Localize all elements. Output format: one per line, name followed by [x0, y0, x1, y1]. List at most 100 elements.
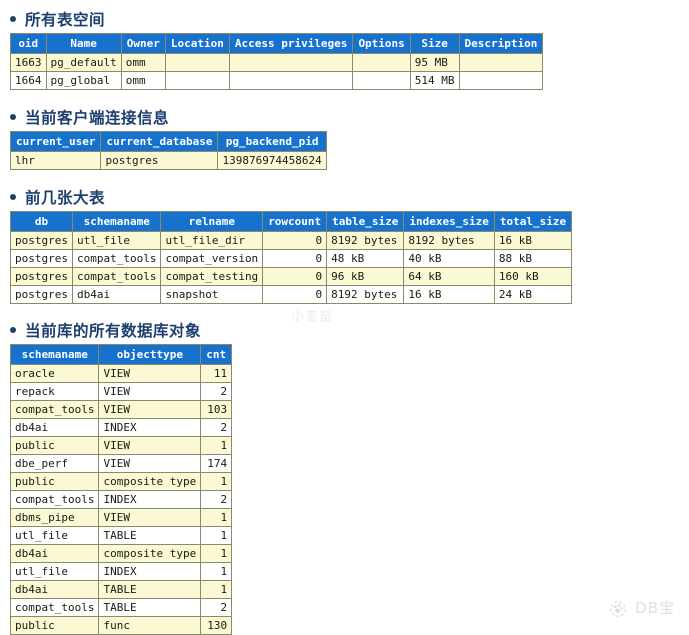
table-cell: compat_tools	[9, 598, 100, 617]
table-row: oracle VIEW 11	[9, 364, 233, 383]
table-body: lhr postgres 139876974458624	[9, 151, 327, 170]
section-title-text: 所有表空间	[25, 12, 106, 29]
table-cell: compat_testing	[160, 267, 264, 286]
table-row: 1663 pg_default omm 95 MB	[10, 53, 544, 72]
table-cell: composite type	[98, 544, 202, 563]
table-cell: compat_tools	[71, 267, 162, 286]
table-cell: 8192 bytes	[326, 231, 405, 250]
section-heading-bigtables: 前几张大表	[0, 186, 689, 211]
table-cell: 0	[262, 267, 328, 286]
table-cell: 88 kB	[493, 249, 573, 268]
table-row: postgres compat_tools compat_version 0 48 kB…	[10, 249, 573, 268]
table-cell: 0	[262, 249, 328, 268]
table-cell: 103	[200, 400, 233, 419]
table-tablespaces: oid Name Owner Location Access privileges Opt…	[10, 33, 544, 90]
section-heading-objects: 当前库的所有数据库对象	[0, 319, 689, 344]
table-header-row: oid Name Owner Location Access privileges Opt…	[10, 33, 544, 54]
table-cell: 16 kB	[403, 285, 495, 304]
column-header-rowcount: rowcount	[262, 211, 328, 232]
table-row: dbms_pipe VIEW 1	[9, 508, 233, 527]
table-row: public composite type 1	[9, 472, 233, 491]
table-cell: 1	[200, 562, 233, 581]
table-header: oid Name Owner Location Access privileges Opt…	[10, 33, 544, 54]
table-cell: 95 MB	[409, 53, 460, 72]
table-cell: pg_global	[45, 71, 122, 90]
table-cell: VIEW	[98, 382, 202, 401]
table-cell: 24 kB	[493, 285, 573, 304]
table-cell: 16 kB	[493, 231, 573, 250]
section-heading-tablespaces: 所有表空间	[0, 8, 689, 33]
table-row: utl_file TABLE 1	[9, 526, 233, 545]
table-cell: postgres	[100, 151, 219, 170]
table-cell: VIEW	[98, 454, 202, 473]
table-cell	[352, 53, 411, 72]
column-header-objecttype: objecttype	[98, 344, 202, 365]
table-row: 1664 pg_global omm 514 MB	[10, 71, 544, 90]
table-big-tables: db schemaname relname rowcount table_size ind…	[10, 211, 573, 304]
table-cell	[164, 71, 230, 90]
table-cell: db4ai	[9, 544, 100, 563]
table-row: postgres utl_file utl_file_dir 0 8192 bytes 8…	[10, 231, 573, 250]
column-header-options: Options	[352, 33, 411, 54]
table-cell: snapshot	[160, 285, 264, 304]
section-heading-connection: 当前客户端连接信息	[0, 106, 689, 131]
column-header-relname: relname	[160, 211, 264, 232]
table-cell: utl_file	[9, 562, 100, 581]
table-cell	[458, 71, 544, 90]
table-cell: 1	[200, 508, 233, 527]
table-cell: 11	[200, 364, 233, 383]
table-cell: db4ai	[9, 418, 100, 437]
table-cell: 174	[200, 454, 233, 473]
table-cell: 160 kB	[493, 267, 573, 286]
table-row: dbe_perf VIEW 174	[9, 454, 233, 473]
table-cell: 0	[262, 231, 328, 250]
table-cell: compat_tools	[9, 400, 100, 419]
column-header-current-user: current_user	[9, 131, 102, 152]
table-cell: TABLE	[98, 598, 202, 617]
column-header-owner: Owner	[120, 33, 166, 54]
table-body: oracle VIEW 11 repack VIEW 2 compat_tools VIEW 1…	[9, 364, 233, 635]
table-cell: 514 MB	[409, 71, 460, 90]
table-cell: postgres	[10, 249, 73, 268]
table-body: 1663 pg_default omm 95 MB 1664 pg_global omm 51…	[10, 53, 544, 90]
column-header-oid: oid	[10, 33, 47, 54]
bullet-icon	[10, 194, 16, 200]
section-title-text: 当前库的所有数据库对象	[25, 323, 202, 340]
table-cell: composite type	[98, 472, 202, 491]
table-cell	[458, 53, 544, 72]
table-cell: 96 kB	[326, 267, 405, 286]
table-cell	[228, 53, 354, 72]
table-cell: oracle	[9, 364, 100, 383]
column-header-name: Name	[45, 33, 122, 54]
table-row: utl_file INDEX 1	[9, 562, 233, 581]
column-header-indexes-size: indexes_size	[403, 211, 495, 232]
table-cell: db4ai	[9, 580, 100, 599]
table-cell: VIEW	[98, 400, 202, 419]
column-header-location: Location	[164, 33, 230, 54]
table-body: postgres utl_file utl_file_dir 0 8192 bytes 8…	[10, 231, 573, 304]
table-header-row: schemaname objecttype cnt	[9, 344, 233, 365]
section-title-text: 当前客户端连接信息	[25, 110, 170, 127]
table-row: compat_tools TABLE 2	[9, 598, 233, 617]
table-cell: 48 kB	[326, 249, 405, 268]
table-cell: repack	[9, 382, 100, 401]
column-header-total-size: total_size	[493, 211, 573, 232]
table-cell: compat_tools	[71, 249, 162, 268]
table-cell: compat_tools	[9, 490, 100, 509]
section-connection-info: 当前客户端连接信息 current_user current_database pg…	[0, 90, 689, 170]
table-cell: TABLE	[98, 580, 202, 599]
table-cell	[164, 53, 230, 72]
column-header-size: Size	[409, 33, 460, 54]
table-cell: omm	[120, 53, 166, 72]
table-cell: 0	[262, 285, 328, 304]
table-cell: 1	[200, 580, 233, 599]
table-header: current_user current_database pg_backend_p…	[9, 131, 327, 152]
table-row: compat_tools INDEX 2	[9, 490, 233, 509]
table-cell: 2	[200, 490, 233, 509]
table-cell: VIEW	[98, 508, 202, 527]
table-cell: 1	[200, 436, 233, 455]
table-cell	[228, 71, 354, 90]
table-cell: VIEW	[98, 364, 202, 383]
table-cell: 8192 bytes	[403, 231, 495, 250]
table-cell: TABLE	[98, 526, 202, 545]
